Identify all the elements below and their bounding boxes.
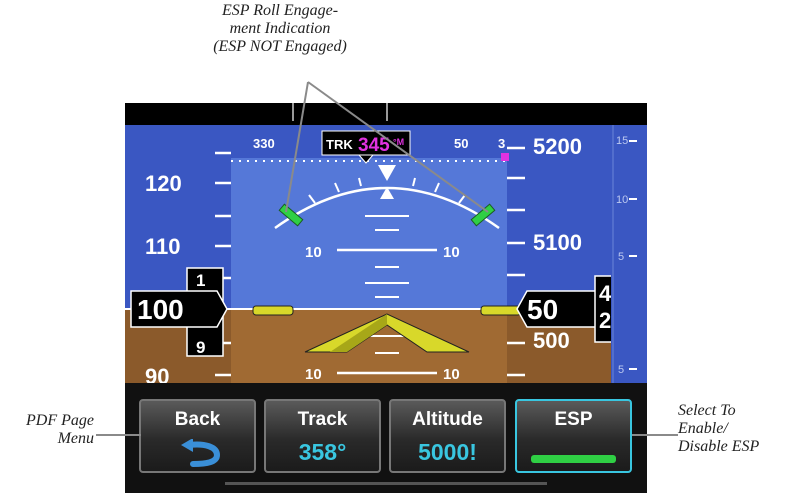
track-softkey-label: Track [297,409,348,430]
pitch-label: 10 [443,244,460,261]
airspeed-label: 120 [145,171,182,196]
callout-line: Menu [57,430,94,447]
vsi-label: 10 [616,194,628,206]
airspeed-current: 100 [137,294,184,325]
callout-select-esp: Select To Enable/ Disable ESP [678,402,785,456]
altitude-softkey-label: Altitude [412,409,483,430]
callout-line: (ESP NOT Engaged) [213,38,347,55]
callout-line: Disable ESP [678,438,760,455]
airspeed-roll-digit: 1 [196,271,205,290]
back-softkey[interactable]: Back [139,399,256,473]
vsi-label: 5 [618,251,624,263]
vsi-scale [611,125,647,383]
heading-bug [501,153,509,161]
altitude-softkey[interactable]: Altitude 5000! [389,399,506,473]
heading-label-3: 3 [498,136,505,151]
pitch-label: 10 [305,244,322,261]
softkey-scroll-indicator [225,482,547,485]
pfd-screen: 330 50 3 TRK 345 °M 10 10 10 10 120 110 … [125,103,647,493]
pitch-label: 10 [443,366,460,383]
esp-status-indicator [531,455,616,463]
altitude-label: 5100 [533,230,582,255]
airspeed-roll-digit: 9 [196,338,205,357]
track-value: 345 [358,135,390,156]
aircraft-wing-right [480,305,522,316]
callout-pdf-page-menu: PDF Page Menu [0,412,94,448]
heading-label-330: 330 [253,136,275,151]
esp-softkey-label: ESP [554,409,593,430]
callout-esp-roll-engagement: ESP Roll Engage- ment Indication (ESP NO… [150,2,410,56]
altitude-label: 500 [533,328,570,353]
vsi-label: 5 [618,364,624,376]
vsi-label: 15 [616,135,628,147]
callout-line: PDF Page [26,412,94,429]
attitude-sky [231,158,507,309]
altitude-softkey-value: 5000! [418,439,477,465]
track-softkey[interactable]: Track 358° [264,399,381,473]
track-softkey-value: 358° [298,439,347,465]
callout-line: ESP Roll Engage- [221,2,339,19]
pitch-label: 10 [305,366,322,383]
callout-line: Select To [678,402,736,419]
altitude-label: 5200 [533,134,582,159]
track-unit: °M [393,137,404,147]
airspeed-label: 110 [145,234,181,259]
heading-label-350: 50 [454,136,468,151]
altitude-current: 50 [527,294,558,325]
back-arrow-icon [181,439,221,467]
callout-line: ment Indication [229,20,331,37]
softkey-bar: Back Track 358° Altitude 5000! ESP [125,383,647,493]
top-status-bar [125,103,647,125]
esp-softkey[interactable]: ESP [515,399,632,473]
aircraft-wing-left [252,305,294,316]
track-label: TRK [326,137,353,152]
back-softkey-label: Back [174,409,221,430]
callout-line: Enable/ [678,420,728,437]
